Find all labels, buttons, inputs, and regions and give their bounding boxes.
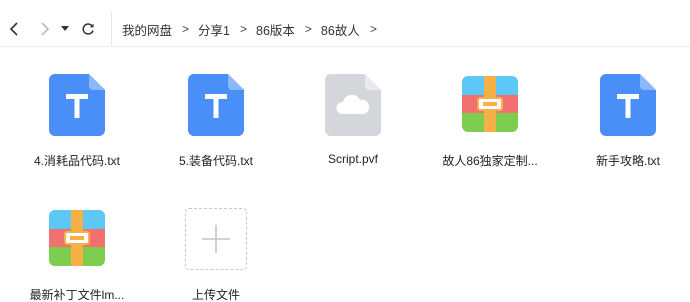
breadcrumb-item-version[interactable]: 86版本 xyxy=(256,20,295,39)
chevron-left-icon xyxy=(9,22,18,36)
history-dropdown-button[interactable] xyxy=(57,12,73,46)
breadcrumb-item-share[interactable]: 分享1 xyxy=(198,20,230,39)
back-button[interactable] xyxy=(3,12,25,46)
file-browser-window: 我的网盘 > 分享1 > 86版本 > 86故人 > 4.消耗品代码.txt 5… xyxy=(0,0,690,302)
upload-box[interactable] xyxy=(185,208,247,270)
file-item[interactable]: 故人86独家定制... xyxy=(430,74,550,178)
breadcrumb-separator: > xyxy=(182,22,190,36)
file-item[interactable]: 新手攻略.txt xyxy=(568,74,688,178)
breadcrumb-separator: > xyxy=(369,22,377,36)
txt-file-icon xyxy=(188,74,244,136)
breadcrumb-separator: > xyxy=(304,22,312,36)
breadcrumb: 我的网盘 > 分享1 > 86版本 > 86故人 > xyxy=(111,12,386,46)
cloud-file-icon xyxy=(325,74,381,136)
forward-button[interactable] xyxy=(34,12,56,46)
caret-down-icon xyxy=(61,26,69,31)
txt-file-icon xyxy=(49,74,105,136)
navbar-divider xyxy=(0,46,690,47)
breadcrumb-separator: > xyxy=(239,22,247,36)
file-name: Script.pvf xyxy=(327,152,378,166)
file-item[interactable]: 最新补丁文件lm... xyxy=(17,208,137,302)
breadcrumb-item-root[interactable]: 我的网盘 xyxy=(122,20,172,39)
archive-file-icon xyxy=(462,76,518,132)
file-item[interactable]: Script.pvf xyxy=(293,74,413,178)
upload-label: 上传文件 xyxy=(191,288,240,302)
refresh-icon xyxy=(82,23,94,35)
file-name: 故人86独家定制... xyxy=(442,154,538,168)
refresh-button[interactable] xyxy=(77,12,99,46)
upload-file-button[interactable]: 上传文件 xyxy=(156,208,276,302)
plus-icon xyxy=(202,225,230,253)
file-name: 最新补丁文件lm... xyxy=(29,288,125,302)
navigation-bar: 我的网盘 > 分享1 > 86版本 > 86故人 > xyxy=(0,12,690,46)
file-item[interactable]: 5.装备代码.txt xyxy=(156,74,276,178)
file-name: 新手攻略.txt xyxy=(595,154,660,168)
chevron-right-icon xyxy=(41,22,50,36)
archive-file-icon xyxy=(49,210,105,266)
breadcrumb-item-current[interactable]: 86故人 xyxy=(321,20,360,39)
txt-file-icon xyxy=(600,74,656,136)
file-name: 4.消耗品代码.txt xyxy=(33,154,120,168)
file-item[interactable]: 4.消耗品代码.txt xyxy=(17,74,137,178)
file-name: 5.装备代码.txt xyxy=(178,154,253,168)
